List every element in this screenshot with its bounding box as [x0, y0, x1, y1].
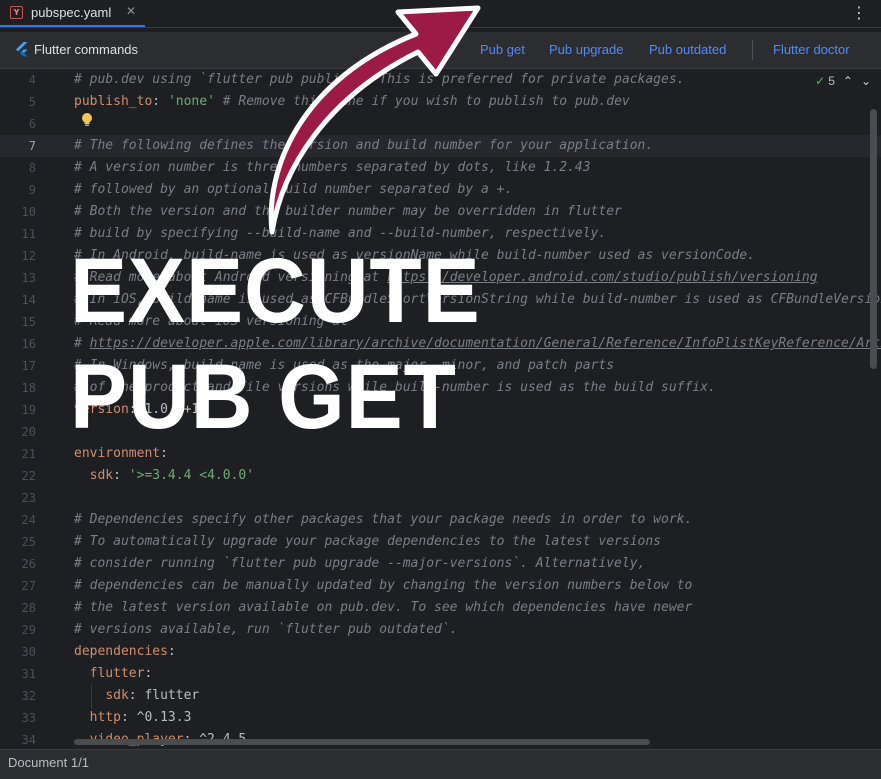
code-text: # The following defines the version and … [74, 138, 654, 153]
pub-upgrade-link[interactable]: Pub upgrade [549, 42, 623, 57]
line-number: 4 [28, 73, 36, 87]
vertical-scrollbar[interactable] [870, 109, 877, 369]
toolbar-divider [752, 40, 753, 60]
code-text: # Dependencies specify other packages th… [74, 512, 693, 527]
check-icon: ✓ [815, 74, 826, 88]
editor-tab-bar: Y pubspec.yaml ✕ ⋮ [0, 0, 881, 28]
code-line[interactable]: 9 # followed by an optional build number … [0, 179, 881, 201]
yaml-file-icon: Y [10, 6, 23, 19]
code-text: # pub.dev using `flutter pub publish`. T… [74, 72, 685, 87]
pub-outdated-link[interactable]: Pub outdated [649, 42, 726, 57]
code-text: publish_to: 'none' # Remove this line if… [74, 94, 630, 109]
code-line[interactable]: 4 # pub.dev using `flutter pub publish`. … [0, 69, 881, 91]
code-text: http: ^0.13.3 [89, 710, 192, 725]
code-text: # the latest version available on pub.de… [74, 600, 693, 615]
close-icon[interactable]: ✕ [126, 4, 136, 18]
flutter-doctor-link[interactable]: Flutter doctor [773, 42, 850, 57]
line-number: 19 [21, 403, 36, 417]
line-number: 13 [21, 271, 36, 285]
code-line[interactable]: 24 # Dependencies specify other packages … [0, 509, 881, 531]
code-text: # followed by an optional build number s… [74, 182, 513, 197]
line-number: 7 [28, 139, 36, 153]
code-text: # consider running `flutter pub upgrade … [74, 556, 646, 571]
flutter-commands-title: Flutter commands [34, 42, 139, 57]
code-line[interactable]: 5 publish_to: 'none' # Remove this line i… [0, 91, 881, 113]
line-number: 29 [21, 623, 36, 637]
line-number: 8 [28, 161, 36, 175]
line-number: 5 [28, 95, 36, 109]
code-line[interactable]: 28 # the latest version available on pub.… [0, 597, 881, 619]
status-bar: Document 1/1 [0, 749, 881, 779]
document-indicator: Document 1/1 [8, 755, 89, 770]
line-number: 30 [21, 645, 36, 659]
line-number: 24 [21, 513, 36, 527]
line-number: 28 [21, 601, 36, 615]
line-number: 15 [21, 315, 36, 329]
line-number: 21 [21, 447, 36, 461]
code-line[interactable]: 26 # consider running `flutter pub upgrad… [0, 553, 881, 575]
code-line[interactable]: 30 dependencies: [0, 641, 881, 663]
code-text: # A version number is three numbers sepa… [74, 160, 591, 175]
line-number: 14 [21, 293, 36, 307]
flutter-commands-bar: Flutter commands Pub get Pub upgrade Pub… [0, 32, 881, 69]
line-number: 25 [21, 535, 36, 549]
code-text: # versions available, run `flutter pub o… [74, 622, 458, 637]
line-number: 10 [21, 205, 36, 219]
tab-label: pubspec.yaml [31, 5, 112, 20]
horizontal-scrollbar[interactable] [74, 739, 650, 745]
line-number: 9 [28, 183, 36, 197]
code-text: dependencies: [74, 644, 176, 659]
line-number: 26 [21, 557, 36, 571]
code-line[interactable]: 22 sdk: '>=3.4.4 <4.0.0' [0, 465, 881, 487]
indent-guide [91, 685, 92, 709]
code-line[interactable]: 8 # A version number is three numbers sep… [0, 157, 881, 179]
code-line[interactable]: 6 [0, 113, 881, 135]
line-number: 22 [21, 469, 36, 483]
line-number: 27 [21, 579, 36, 593]
lightbulb-icon[interactable] [80, 112, 94, 128]
chevron-up-icon[interactable]: ⌃ [843, 74, 853, 88]
line-number: 12 [21, 249, 36, 263]
line-number: 33 [21, 711, 36, 725]
headline-line-1: EXECUTE [70, 240, 481, 342]
code-line[interactable]: 31 flutter: [0, 663, 881, 685]
more-options-icon[interactable]: ⋮ [851, 3, 867, 22]
code-text: flutter: [89, 666, 153, 681]
headline-line-2: PUB GET [70, 346, 457, 448]
code-line[interactable]: 10 # Both the version and the builder num… [0, 201, 881, 223]
tab-pubspec-yaml[interactable]: Y pubspec.yaml ✕ [0, 0, 145, 27]
code-line[interactable]: 29 # versions available, run `flutter pub… [0, 619, 881, 641]
pub-get-link[interactable]: Pub get [480, 42, 525, 57]
line-number: 16 [21, 337, 36, 351]
line-number: 18 [21, 381, 36, 395]
chevron-down-icon[interactable]: ⌄ [861, 74, 871, 88]
line-number: 32 [21, 689, 36, 703]
line-number: 34 [21, 733, 36, 747]
code-line[interactable]: 27 # dependencies can be manually updated… [0, 575, 881, 597]
code-line[interactable]: 33 http: ^0.13.3 [0, 707, 881, 729]
flutter-icon [16, 42, 28, 57]
line-number: 31 [21, 667, 36, 681]
line-number: 17 [21, 359, 36, 373]
code-line[interactable]: 23 [0, 487, 881, 509]
line-number: 20 [21, 425, 36, 439]
code-text: # To automatically upgrade your package … [74, 534, 661, 549]
line-number: 11 [21, 227, 36, 241]
code-line[interactable]: 7 # The following defines the version and… [0, 135, 881, 157]
inspection-widget[interactable]: ✓ 5 ⌃ ⌄ [815, 74, 871, 88]
code-text: # dependencies can be manually updated b… [74, 578, 693, 593]
code-line[interactable]: 32 sdk: flutter [0, 685, 881, 707]
line-number: 23 [21, 491, 36, 505]
code-text: sdk: flutter [105, 688, 200, 703]
code-text: # Both the version and the builder numbe… [74, 204, 622, 219]
line-number: 6 [28, 117, 36, 131]
inspection-count: 5 [828, 74, 835, 88]
code-line[interactable]: 25 # To automatically upgrade your packag… [0, 531, 881, 553]
code-text: sdk: '>=3.4.4 <4.0.0' [89, 468, 255, 483]
